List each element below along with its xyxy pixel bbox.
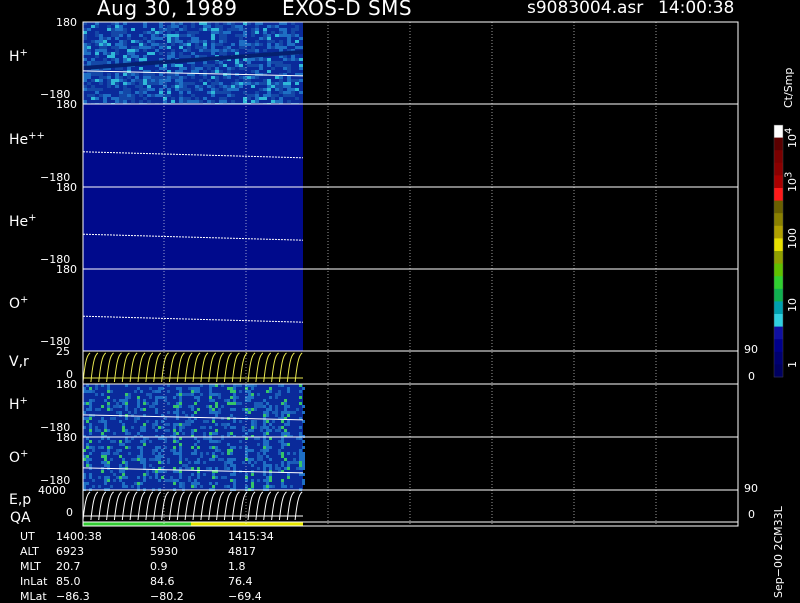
y-tick-bottom-ep: 0 <box>66 506 73 519</box>
panel-label-o-plus-2: O+ <box>9 447 29 466</box>
footer-value-mlat-2: −69.4 <box>228 590 262 603</box>
plot-date: Aug 30, 1989 <box>97 0 238 20</box>
footer-value-ut-1: 1408:06 <box>150 530 196 543</box>
colorbar-seg-15 <box>774 314 783 328</box>
y-tick-top-o-plus: 180 <box>56 263 77 276</box>
colorbar-label-4: 1 <box>786 361 799 368</box>
colorbar-seg-8 <box>774 225 783 239</box>
y-tick-top-ep: 4000 <box>38 484 66 497</box>
right-tick-bottom-vr: 0 <box>748 370 755 383</box>
footer-value-inlat-2: 76.4 <box>228 575 253 588</box>
colorbar-seg-2 <box>774 150 783 164</box>
panel-label-h-plus: H+ <box>9 47 28 65</box>
panel-label-he-plus-plus: He++ <box>9 129 45 148</box>
y-tick-top-h-plus: 180 <box>56 16 77 29</box>
colorbar-seg-6 <box>774 200 783 214</box>
colorbar-seg-12 <box>774 276 783 290</box>
spectrogram-bg-1 <box>83 104 303 187</box>
panel-label-h-plus-2: H+ <box>9 394 28 413</box>
right-tick-bottom-ep: 0 <box>748 508 755 521</box>
qa-label: QA <box>10 510 31 526</box>
colorbar-seg-10 <box>774 251 783 265</box>
footer-value-alt-2: 4817 <box>228 545 256 558</box>
footer-key-alt: ALT <box>20 545 39 558</box>
footer-value-alt-0: 6923 <box>56 545 84 558</box>
file-time: 14:00:38 <box>658 0 735 18</box>
y-tick-top-he-plus-plus: 180 <box>56 98 77 111</box>
footer-value-ut-0: 1400:38 <box>56 530 102 543</box>
colorbar-seg-1 <box>774 137 783 151</box>
colorbar-label-1: 103 <box>783 171 799 192</box>
footer-value-mlt-0: 20.7 <box>56 560 81 573</box>
file-name: s9083004.asr <box>527 0 644 18</box>
colorbar-seg-3 <box>774 162 783 176</box>
y-tick-top-o-plus-2: 180 <box>56 431 77 444</box>
footer-value-mlat-1: −80.2 <box>150 590 184 603</box>
side-note: Sep−00 2CM33L <box>772 506 785 598</box>
colorbar-seg-4 <box>774 175 783 189</box>
footer-value-inlat-0: 85.0 <box>56 575 81 588</box>
y-tick-top-vr: 25 <box>56 345 70 358</box>
footer-key-mlat: MLat <box>20 590 47 603</box>
panel-label-ep: E,p <box>9 492 32 508</box>
colorbar-label-0: 104 <box>783 127 799 148</box>
colorbar-seg-9 <box>774 238 783 252</box>
panel-label-o-plus: O+ <box>9 294 29 312</box>
footer-value-ut-2: 1415:34 <box>228 530 274 543</box>
qa-bar-green <box>83 522 191 526</box>
footer-value-alt-1: 5930 <box>150 545 178 558</box>
spectrogram-bg-2 <box>83 187 303 269</box>
footer-value-mlt-1: 0.9 <box>150 560 168 573</box>
footer-key-inlat: InLat <box>20 575 48 588</box>
colorbar-seg-0 <box>774 125 783 139</box>
colorbar-seg-13 <box>774 288 783 302</box>
footer-key-mlt: MLT <box>20 560 41 573</box>
y-tick-top-he-plus: 180 <box>56 181 77 194</box>
plot-canvas <box>82 21 784 527</box>
plot-instrument: EXOS-D SMS <box>282 0 413 20</box>
colorbar-label-2: 100 <box>786 228 799 249</box>
colorbar-title: Ct/Smp <box>782 67 795 108</box>
colorbar-seg-5 <box>774 188 783 202</box>
colorbar-seg-18 <box>774 351 783 365</box>
colorbar-seg-17 <box>774 339 783 353</box>
right-tick-top-ep: 90 <box>744 482 758 495</box>
colorbar-seg-14 <box>774 301 783 315</box>
colorbar-seg-11 <box>774 263 783 277</box>
y-tick-top-h-plus-2: 180 <box>56 378 77 391</box>
right-tick-top-vr: 90 <box>744 343 758 356</box>
footer-value-mlat-0: −86.3 <box>56 590 90 603</box>
panel-label-vr: V,r <box>9 353 29 370</box>
colorbar-label-3: 10 <box>786 298 799 312</box>
footer-value-inlat-1: 84.6 <box>150 575 175 588</box>
footer-value-mlt-2: 1.8 <box>228 560 246 573</box>
qa-bar-yellow <box>191 522 303 526</box>
footer-key-ut: UT <box>20 530 35 543</box>
colorbar-seg-19 <box>774 364 783 378</box>
spectrogram-bg-3 <box>83 269 303 351</box>
panel-label-he-plus: He+ <box>9 212 37 230</box>
colorbar-seg-16 <box>774 326 783 340</box>
colorbar-seg-7 <box>774 213 783 227</box>
